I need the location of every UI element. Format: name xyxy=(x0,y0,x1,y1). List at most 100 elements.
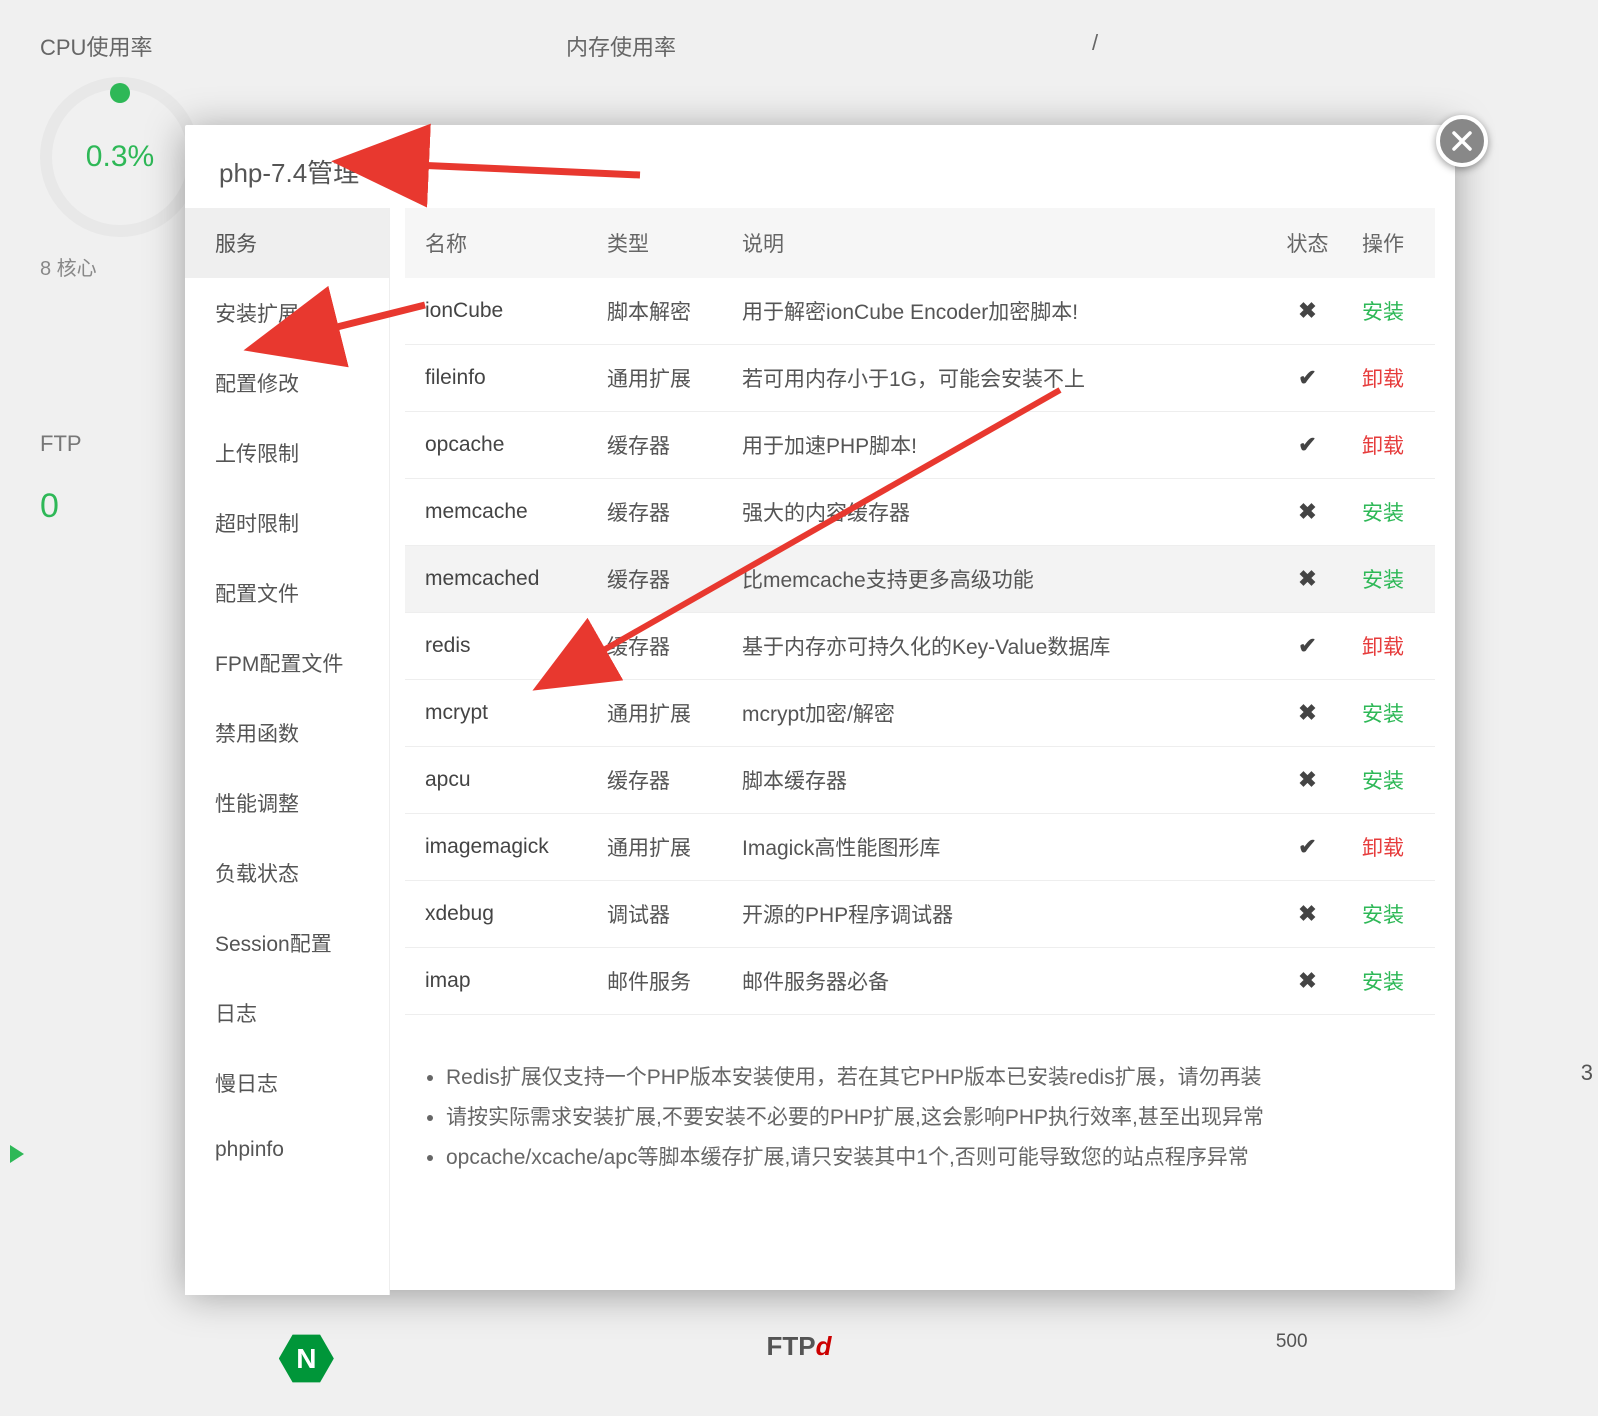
ext-desc: 基于内存亦可持久化的Key-Value数据库 xyxy=(730,613,1265,680)
uninstall-button[interactable]: 卸载 xyxy=(1362,636,1404,659)
play-icon xyxy=(10,1145,24,1163)
ext-name: memcache xyxy=(405,479,595,546)
sidebar-item-8[interactable]: 性能调整 xyxy=(185,768,389,838)
ftpd-logo: FTPd xyxy=(767,1331,832,1386)
ext-desc: 开源的PHP程序调试器 xyxy=(730,881,1265,948)
ext-status: ✔ xyxy=(1265,345,1350,412)
ext-name: imagemagick xyxy=(405,814,595,881)
ext-action: 安装 xyxy=(1350,278,1435,345)
sidebar-item-9[interactable]: 负载状态 xyxy=(185,838,389,908)
ext-desc: mcrypt加密/解密 xyxy=(730,680,1265,747)
ext-status: ✖ xyxy=(1265,479,1350,546)
check-icon: ✔ xyxy=(1298,834,1316,859)
uninstall-button[interactable]: 卸载 xyxy=(1362,837,1404,860)
cross-icon: ✖ xyxy=(1298,700,1316,725)
ext-status: ✔ xyxy=(1265,814,1350,881)
table-row: ionCube脚本解密用于解密ionCube Encoder加密脚本!✖安装 xyxy=(405,278,1435,345)
sidebar-item-7[interactable]: 禁用函数 xyxy=(185,698,389,768)
sidebar-item-2[interactable]: 配置修改 xyxy=(185,348,389,418)
table-header-2: 说明 xyxy=(730,208,1265,278)
bottom-value: 500 xyxy=(1276,1331,1308,1386)
cross-icon: ✖ xyxy=(1298,566,1316,591)
table-row: imagemagick通用扩展Imagick高性能图形库 ✔ 卸载 xyxy=(405,814,1435,881)
php-manage-modal: php-7.4管理 服务安装扩展配置修改上传限制超时限制配置文件FPM配置文件禁… xyxy=(185,125,1455,1290)
ext-status: ✔ xyxy=(1265,613,1350,680)
mem-title: 内存使用率 xyxy=(566,30,1032,62)
close-button[interactable] xyxy=(1436,115,1488,167)
cpu-percent: 0.3% xyxy=(86,140,154,174)
ext-type: 邮件服务 xyxy=(595,948,730,1015)
ext-status: ✖ xyxy=(1265,546,1350,613)
ext-name: opcache xyxy=(405,412,595,479)
ext-action: 卸载 xyxy=(1350,814,1435,881)
uninstall-button[interactable]: 卸载 xyxy=(1362,368,1404,391)
sidebar-item-12[interactable]: 慢日志 xyxy=(185,1048,389,1118)
check-icon: ✔ xyxy=(1298,432,1316,457)
install-button[interactable]: 安装 xyxy=(1362,770,1404,793)
check-icon: ✔ xyxy=(1298,633,1316,658)
table-row: mcrypt通用扩展mcrypt加密/解密 ✖ 安装 xyxy=(405,680,1435,747)
sidebar-item-10[interactable]: Session配置 xyxy=(185,908,389,978)
ext-action: 卸载 xyxy=(1350,613,1435,680)
sidebar-item-6[interactable]: FPM配置文件 xyxy=(185,628,389,698)
ext-action: 安装 xyxy=(1350,546,1435,613)
ext-name: ionCube xyxy=(405,278,595,345)
table-row: opcache缓存器用于加速PHP脚本!✔卸载 xyxy=(405,412,1435,479)
ext-name: apcu xyxy=(405,747,595,814)
ext-action: 卸载 xyxy=(1350,345,1435,412)
modal-content: 名称类型说明状态操作 ionCube脚本解密用于解密ionCube Encode… xyxy=(390,208,1455,1295)
table-row: fileinfo通用扩展若可用内存小于1G，可能会安装不上✔卸载 xyxy=(405,345,1435,412)
notes-list: Redis扩展仅支持一个PHP版本安装使用，若在其它PHP版本已安装redis扩… xyxy=(428,1058,1405,1178)
table-row: redis缓存器基于内存亦可持久化的Key-Value数据库✔卸载 xyxy=(405,613,1435,680)
install-button[interactable]: 安装 xyxy=(1362,502,1404,525)
ext-name: memcached xyxy=(405,546,595,613)
ext-action: 安装 xyxy=(1350,479,1435,546)
sidebar-item-13[interactable]: phpinfo xyxy=(185,1118,389,1182)
ext-status: ✖ xyxy=(1265,881,1350,948)
sidebar-item-4[interactable]: 超时限制 xyxy=(185,488,389,558)
ext-action: 安装 xyxy=(1350,747,1435,814)
ext-action: 安装 xyxy=(1350,948,1435,1015)
ext-name: redis xyxy=(405,613,595,680)
cross-icon: ✖ xyxy=(1298,298,1316,323)
ext-name: mcrypt xyxy=(405,680,595,747)
sidebar-item-5[interactable]: 配置文件 xyxy=(185,558,389,628)
ext-desc: 用于加速PHP脚本! xyxy=(730,412,1265,479)
cross-icon: ✖ xyxy=(1298,968,1316,993)
sidebar-item-3[interactable]: 上传限制 xyxy=(185,418,389,488)
ext-desc: 若可用内存小于1G，可能会安装不上 xyxy=(730,345,1265,412)
modal-sidebar: 服务安装扩展配置修改上传限制超时限制配置文件FPM配置文件禁用函数性能调整负载状… xyxy=(185,208,390,1295)
uninstall-button[interactable]: 卸载 xyxy=(1362,435,1404,458)
sidebar-item-11[interactable]: 日志 xyxy=(185,978,389,1048)
install-button[interactable]: 安装 xyxy=(1362,971,1404,994)
ext-action: 安装 xyxy=(1350,680,1435,747)
ext-name: imap xyxy=(405,948,595,1015)
table-row: apcu缓存器脚本缓存器✖安装 xyxy=(405,747,1435,814)
ext-status: ✖ xyxy=(1265,747,1350,814)
sidebar-item-1[interactable]: 安装扩展 xyxy=(185,278,389,348)
table-header-4: 操作 xyxy=(1350,208,1435,278)
ext-desc: 邮件服务器必备 xyxy=(730,948,1265,1015)
note-item: opcache/xcache/apc等脚本缓存扩展,请只安装其中1个,否则可能导… xyxy=(446,1138,1405,1178)
table-header-0: 名称 xyxy=(405,208,595,278)
modal-title: php-7.4管理 xyxy=(185,125,1455,208)
ext-name: xdebug xyxy=(405,881,595,948)
ext-type: 通用扩展 xyxy=(595,814,730,881)
install-button[interactable]: 安装 xyxy=(1362,569,1404,592)
ext-status: ✖ xyxy=(1265,948,1350,1015)
ext-type: 通用扩展 xyxy=(595,680,730,747)
check-icon: ✔ xyxy=(1298,365,1316,390)
note-item: 请按实际需求安装扩展,不要安装不必要的PHP扩展,这会影响PHP执行效率,甚至出… xyxy=(446,1098,1405,1138)
install-button[interactable]: 安装 xyxy=(1362,904,1404,927)
sidebar-item-0[interactable]: 服务 xyxy=(185,208,389,278)
ext-action: 安装 xyxy=(1350,881,1435,948)
ext-type: 通用扩展 xyxy=(595,345,730,412)
install-button[interactable]: 安装 xyxy=(1362,703,1404,726)
disk-title: / xyxy=(1092,30,1558,56)
install-button[interactable]: 安装 xyxy=(1362,301,1404,324)
table-row: xdebug调试器开源的PHP程序调试器✖安装 xyxy=(405,881,1435,948)
ext-desc: 用于解密ionCube Encoder加密脚本! xyxy=(730,278,1265,345)
cpu-title: CPU使用率 xyxy=(40,30,506,62)
ext-type: 缓存器 xyxy=(595,546,730,613)
ext-desc: Imagick高性能图形库 xyxy=(730,814,1265,881)
